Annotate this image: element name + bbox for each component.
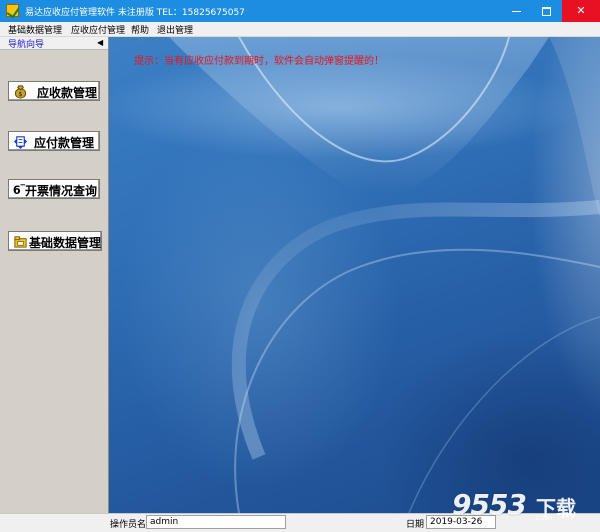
- payable-button[interactable]: 应付款管理: [8, 131, 100, 151]
- app-checkmark-icon: [6, 4, 19, 17]
- receivable-label: 应收款管理: [37, 86, 98, 100]
- invoice-query-button[interactable]: 6 开票情况查询: [8, 179, 100, 199]
- close-icon: ✕: [576, 4, 586, 17]
- sidebar-title: 导航向导: [8, 40, 45, 50]
- operator-value: admin: [146, 515, 286, 529]
- operator-label: 操作员名: [110, 520, 147, 530]
- close-button[interactable]: ✕: [562, 0, 600, 22]
- pay-arrows-icon: [13, 136, 28, 149]
- svg-text:$: $: [18, 90, 22, 98]
- maximize-icon: [541, 6, 551, 16]
- menu-exit[interactable]: 退出管理: [157, 23, 193, 36]
- data-folder-icon: [14, 236, 27, 248]
- site-watermark: 9553 下载 .com: [452, 488, 592, 528]
- money-bag-icon: $: [14, 85, 27, 99]
- invoice-query-label: 开票情况查询: [25, 184, 98, 198]
- sidebar-header: 导航向导 ◀: [0, 37, 108, 50]
- invoice-icon: 6: [13, 184, 26, 197]
- title-bar: 易达应收应付管理软件 未注册版 TEL：15825675057 ✕: [0, 0, 600, 22]
- menu-bar: 基础数据管理 应收应付管理 帮助 退出管理: [0, 22, 600, 37]
- collapse-arrow-icon[interactable]: ◀: [97, 38, 103, 47]
- minimize-icon: [511, 10, 521, 12]
- maximize-button[interactable]: [531, 0, 561, 22]
- wallpaper-swoosh: [169, 37, 600, 513]
- nav-sidebar: 导航向导 ◀ $ 应收款管理 应付款管理 6 开票情况查询 基础数据管理: [0, 37, 109, 513]
- receivable-button[interactable]: $ 应收款管理: [8, 81, 100, 101]
- date-label: 日期: [406, 520, 425, 530]
- window-title: 易达应收应付管理软件 未注册版 TEL：15825675057: [25, 8, 245, 18]
- basic-data-button[interactable]: 基础数据管理: [8, 231, 102, 251]
- due-reminder-notice: 提示：当有应收应付款到期时，软件会自动弹窗提醒的！: [134, 56, 384, 67]
- menu-basic-data[interactable]: 基础数据管理: [8, 23, 62, 36]
- menu-receivable-payable[interactable]: 应收应付管理: [71, 23, 125, 36]
- main-workspace: 提示：当有应收应付款到期时，软件会自动弹窗提醒的！: [109, 37, 600, 513]
- menu-help[interactable]: 帮助: [131, 23, 149, 36]
- basic-data-label: 基础数据管理: [29, 236, 102, 250]
- watermark-domain: .com: [533, 513, 553, 522]
- watermark-number: 9553: [452, 488, 527, 521]
- payable-label: 应付款管理: [34, 136, 95, 150]
- svg-text:6: 6: [13, 184, 21, 197]
- minimize-button[interactable]: [501, 0, 531, 22]
